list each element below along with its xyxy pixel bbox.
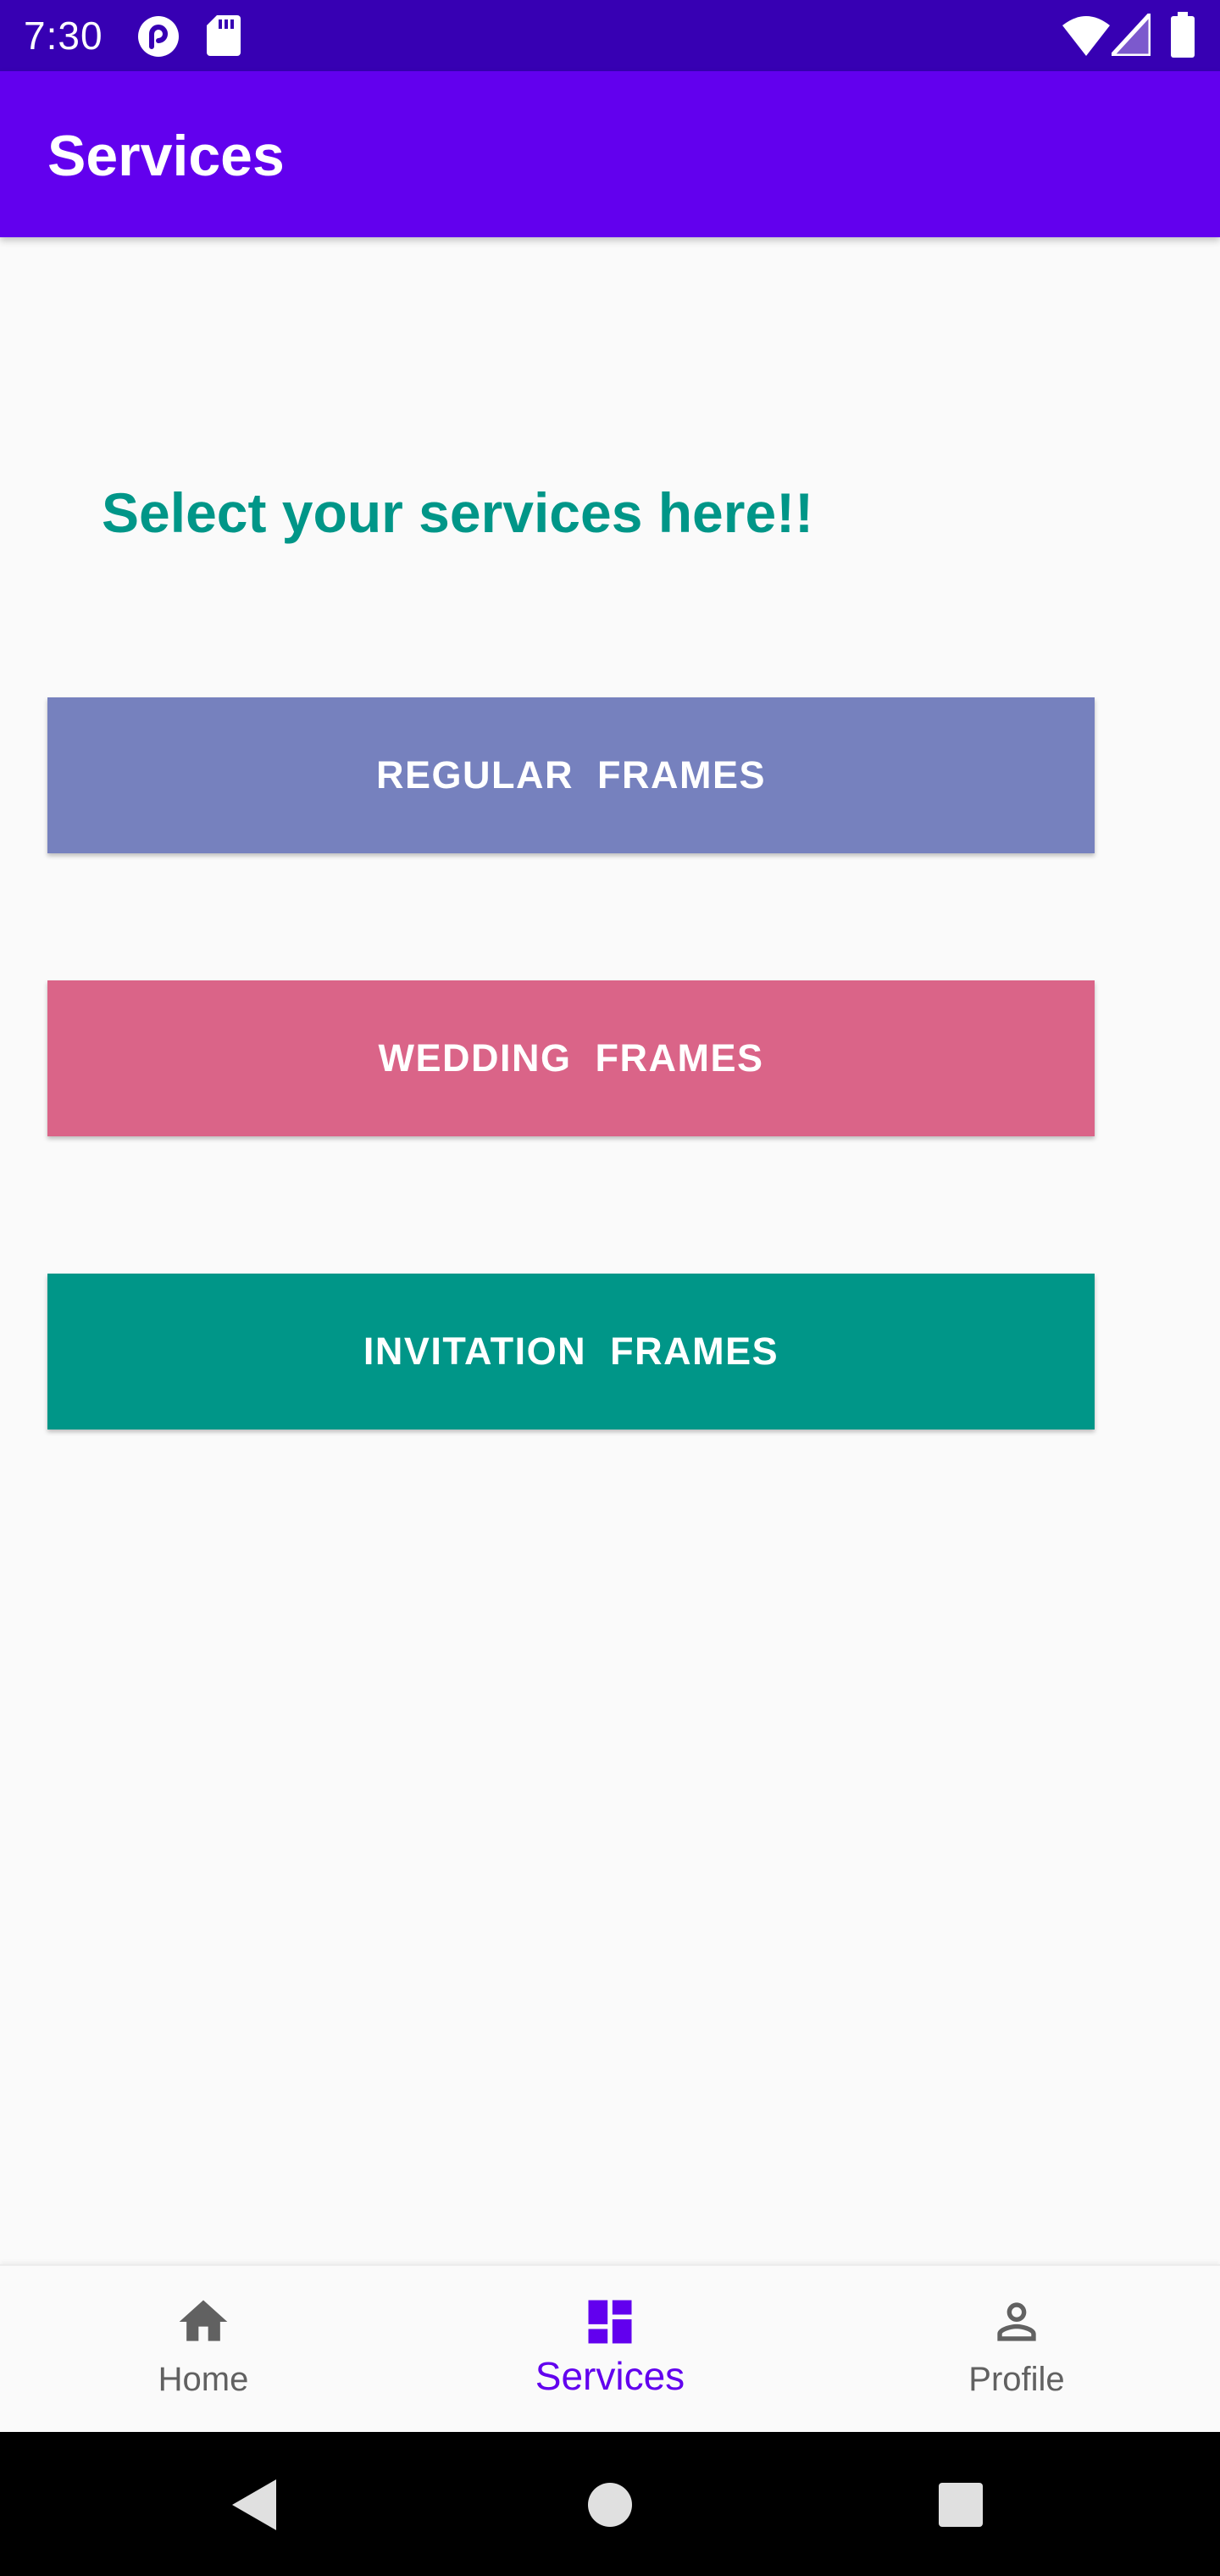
battery-icon bbox=[1171, 12, 1195, 58]
signal-icon bbox=[1112, 14, 1151, 56]
nav-item-profile[interactable]: Profile bbox=[813, 2266, 1220, 2434]
invitation-frames-button[interactable]: INVITATION FRAMES bbox=[47, 1274, 1095, 1430]
back-icon[interactable] bbox=[224, 2474, 285, 2535]
status-bar: 7:30 bbox=[0, 0, 1220, 71]
services-heading: Select your services here!! bbox=[102, 481, 814, 544]
wifi-icon bbox=[1062, 16, 1110, 56]
system-navigation-bar bbox=[0, 2432, 1220, 2576]
dashboard-icon bbox=[588, 2300, 632, 2344]
status-time: 7:30 bbox=[24, 14, 103, 58]
nav-label-home: Home bbox=[158, 2361, 249, 2398]
sd-card-icon bbox=[207, 15, 241, 56]
home-circle-icon[interactable] bbox=[580, 2474, 640, 2535]
app-bar-title: Services bbox=[47, 124, 285, 188]
pocket-casts-icon bbox=[138, 16, 179, 57]
bottom-navigation: Home Services Profile bbox=[0, 2264, 1220, 2434]
home-icon bbox=[179, 2300, 228, 2341]
wedding-frames-button[interactable]: WEDDING FRAMES bbox=[47, 980, 1095, 1136]
app-bar: Services bbox=[0, 71, 1220, 237]
services-content: Select your services here!! REGULAR FRAM… bbox=[0, 237, 1220, 2264]
person-icon bbox=[997, 2302, 1036, 2341]
nav-item-services[interactable]: Services bbox=[407, 2266, 813, 2434]
regular-frames-button[interactable]: REGULAR FRAMES bbox=[47, 697, 1095, 853]
nav-label-services: Services bbox=[535, 2354, 685, 2398]
recents-icon[interactable] bbox=[930, 2474, 991, 2535]
nav-item-home[interactable]: Home bbox=[0, 2266, 407, 2434]
nav-label-profile: Profile bbox=[968, 2361, 1065, 2398]
